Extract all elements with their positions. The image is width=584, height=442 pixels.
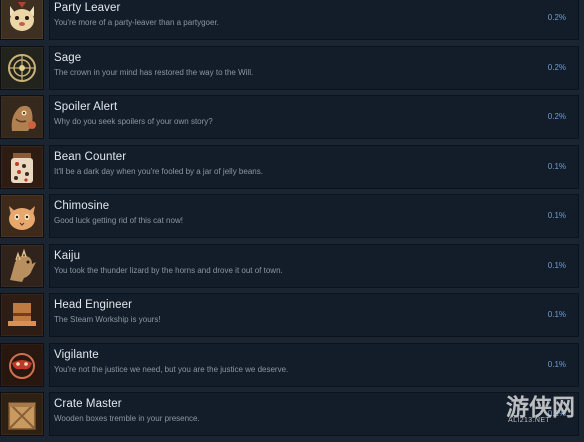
achievement-percentage: 0.1% — [547, 359, 566, 369]
achievement-row[interactable]: Kaiju You took the thunder lizard by the… — [0, 243, 584, 288]
party-hamster-icon — [0, 0, 44, 40]
achievement-percentage: 0.1% — [547, 260, 566, 270]
cat-face-icon — [0, 194, 44, 238]
achievement-name: Party Leaver — [54, 2, 121, 14]
achievement-row[interactable]: Bean Counter It'll be a dark day when yo… — [0, 144, 584, 189]
achievement-row[interactable]: Chimosine Good luck getting rid of this … — [0, 194, 584, 238]
achievement-name: Crate Master — [54, 398, 122, 410]
achievement-row[interactable]: Spoiler Alert Why do you seek spoilers o… — [0, 95, 584, 139]
spoiler-creature-icon — [0, 95, 44, 139]
achievement-description: Good luck getting rid of this cat now! — [54, 216, 183, 225]
achievement-description: You're more of a party-leaver than a par… — [54, 18, 219, 27]
wooden-crate-icon — [0, 392, 44, 436]
achievement-row[interactable]: Party Leaver You're more of a party-leav… — [0, 0, 584, 40]
achievement-description: Why do you seek spoilers of your own sto… — [54, 117, 213, 126]
achievement-description: The Steam Workship is yours! — [54, 315, 161, 324]
achievement-name: Bean Counter — [54, 150, 127, 163]
achievement-bar: Chimosine Good luck getting rid of this … — [49, 194, 579, 238]
achievement-bar: Bean Counter It'll be a dark day when yo… — [49, 144, 579, 189]
achievement-percentage: 0.1% — [547, 161, 566, 171]
achievement-description: Wooden boxes tremble in your presence. — [54, 414, 200, 423]
achievement-bar: Sage The crown in your mind has restored… — [49, 45, 579, 90]
achievement-name: Kaiju — [54, 249, 81, 262]
kaiju-lizard-icon — [0, 243, 44, 288]
achievement-bar: Spoiler Alert Why do you seek spoilers o… — [49, 95, 579, 139]
achievement-description: The crown in your mind has restored the … — [54, 67, 254, 77]
engineer-hat-icon — [0, 293, 44, 337]
vigilante-mask-icon — [0, 342, 44, 387]
achievement-row[interactable]: Vigilante You're not the justice we need… — [0, 342, 584, 387]
achievement-row[interactable]: Crate Master Wooden boxes tremble in you… — [0, 392, 584, 436]
achievement-description: You took the thunder lizard by the horns… — [54, 265, 283, 275]
achievement-row[interactable]: Sage The crown in your mind has restored… — [0, 45, 584, 90]
achievement-bar: Party Leaver You're more of a party-leav… — [49, 0, 579, 40]
achievement-row[interactable]: Head Engineer The Steam Workship is your… — [0, 293, 584, 337]
achievement-name: Spoiler Alert — [54, 101, 118, 113]
achievement-bar: Kaiju You took the thunder lizard by the… — [49, 243, 579, 288]
achievement-percentage: 0.2% — [547, 112, 566, 121]
achievement-name: Vigilante — [54, 348, 99, 361]
achievement-percentage: 0.1% — [547, 211, 566, 220]
achievement-list: Party Leaver You're more of a party-leav… — [0, 0, 584, 442]
achievement-percentage: 0.2% — [547, 62, 566, 72]
achievement-description: It'll be a dark day when you're fooled b… — [54, 166, 263, 176]
achievement-name: Chimosine — [54, 200, 110, 212]
achievement-bar: Crate Master Wooden boxes tremble in you… — [49, 392, 579, 436]
achievement-description: You're not the justice we need, but you … — [54, 364, 289, 374]
watermark-subtext: ALI213.NET — [508, 417, 551, 424]
achievement-percentage: 0.2% — [547, 13, 566, 22]
achievement-bar: Head Engineer The Steam Workship is your… — [49, 293, 579, 337]
achievement-bar: Vigilante You're not the justice we need… — [49, 342, 579, 387]
achievement-percentage: 0.1% — [547, 310, 566, 319]
site-watermark: 游侠网 ALI213.NET — [506, 388, 582, 434]
golden-crown-emblem-icon — [0, 45, 44, 90]
jelly-bean-jar-icon — [0, 144, 44, 189]
achievement-name: Sage — [54, 51, 82, 64]
achievement-name: Head Engineer — [54, 299, 133, 311]
